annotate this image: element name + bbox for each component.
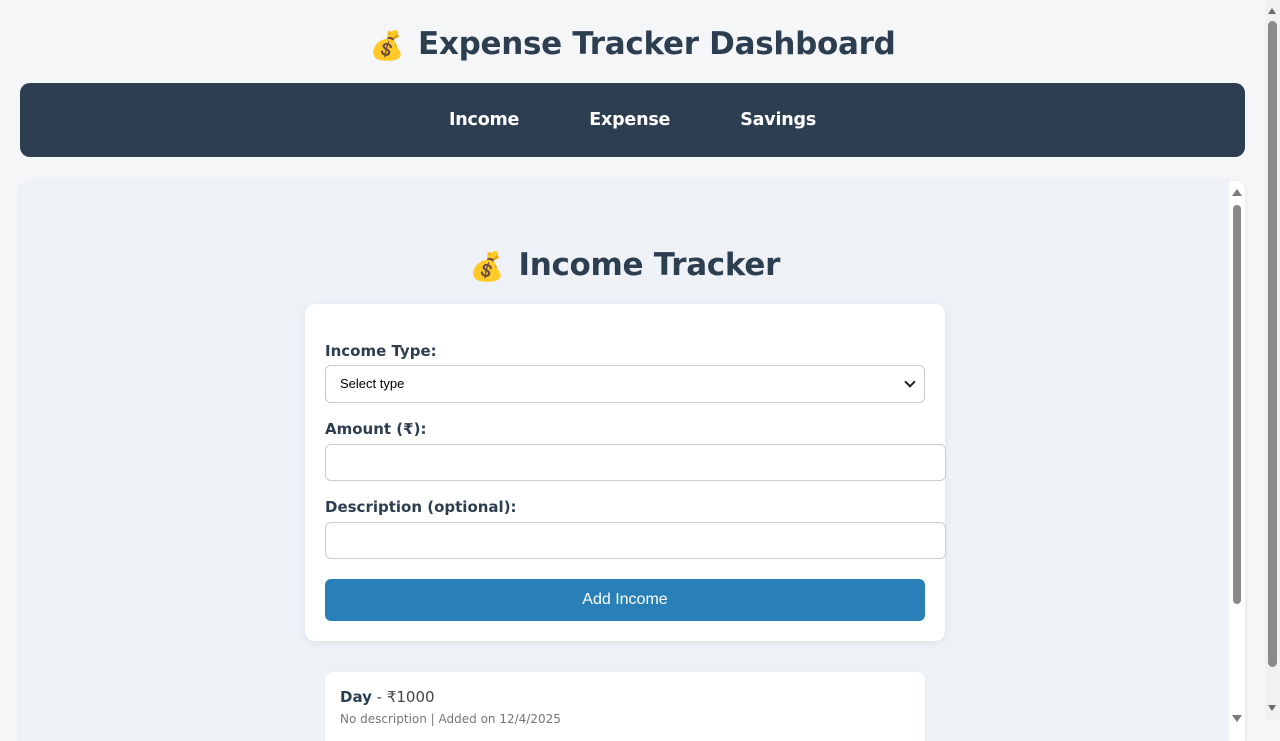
money-bag-icon: 💰 (369, 29, 405, 62)
main-nav: Income Expense Savings (20, 83, 1245, 157)
amount-label: Amount (₹): (325, 420, 427, 438)
section-title: 💰 Income Tracker (20, 243, 1230, 289)
income-entry-line: Day - ₹1000 (340, 688, 435, 706)
nav-income-link[interactable]: Income (449, 110, 519, 130)
scroll-down-arrow-icon[interactable] (1232, 715, 1242, 722)
income-entry-separator: - (371, 688, 387, 706)
page-scroll-up-arrow-icon[interactable] (1268, 8, 1276, 14)
income-type-label: Income Type: (325, 342, 437, 360)
amount-input[interactable] (325, 444, 946, 481)
page-title: 💰 Expense Tracker Dashboard (0, 22, 1265, 68)
page-scrollbar[interactable] (1265, 0, 1280, 720)
content-scrollbar[interactable] (1229, 181, 1245, 741)
page-scroll-down-arrow-icon[interactable] (1268, 705, 1276, 711)
nav-savings-link[interactable]: Savings (740, 110, 816, 130)
scroll-up-arrow-icon[interactable] (1232, 189, 1242, 196)
page-title-text: Expense Tracker Dashboard (418, 26, 896, 62)
income-entry-amount: ₹1000 (386, 688, 435, 706)
description-input[interactable] (325, 522, 946, 559)
chevron-down-icon (904, 376, 916, 388)
income-entry-item: Day - ₹1000 No description | Added on 12… (325, 672, 925, 741)
income-form: Income Type: Select type Amount (₹): Des… (305, 304, 946, 641)
description-label: Description (optional): (325, 498, 517, 516)
page-scrollbar-thumb[interactable] (1268, 21, 1277, 667)
add-income-button[interactable]: Add Income (325, 579, 925, 621)
section-title-text: Income Tracker (518, 247, 781, 283)
income-type-select[interactable]: Select type (325, 365, 925, 403)
income-type-selected-value: Select type (340, 376, 405, 391)
income-frame: 💰 Income Tracker Income Type: Select type… (20, 181, 1245, 741)
nav-expense-link[interactable]: Expense (589, 110, 670, 130)
income-entry-meta: No description | Added on 12/4/2025 (340, 712, 561, 726)
content-scrollbar-thumb[interactable] (1233, 205, 1241, 604)
money-bag-icon: 💰 (469, 250, 505, 283)
income-entry-type: Day (340, 688, 372, 706)
